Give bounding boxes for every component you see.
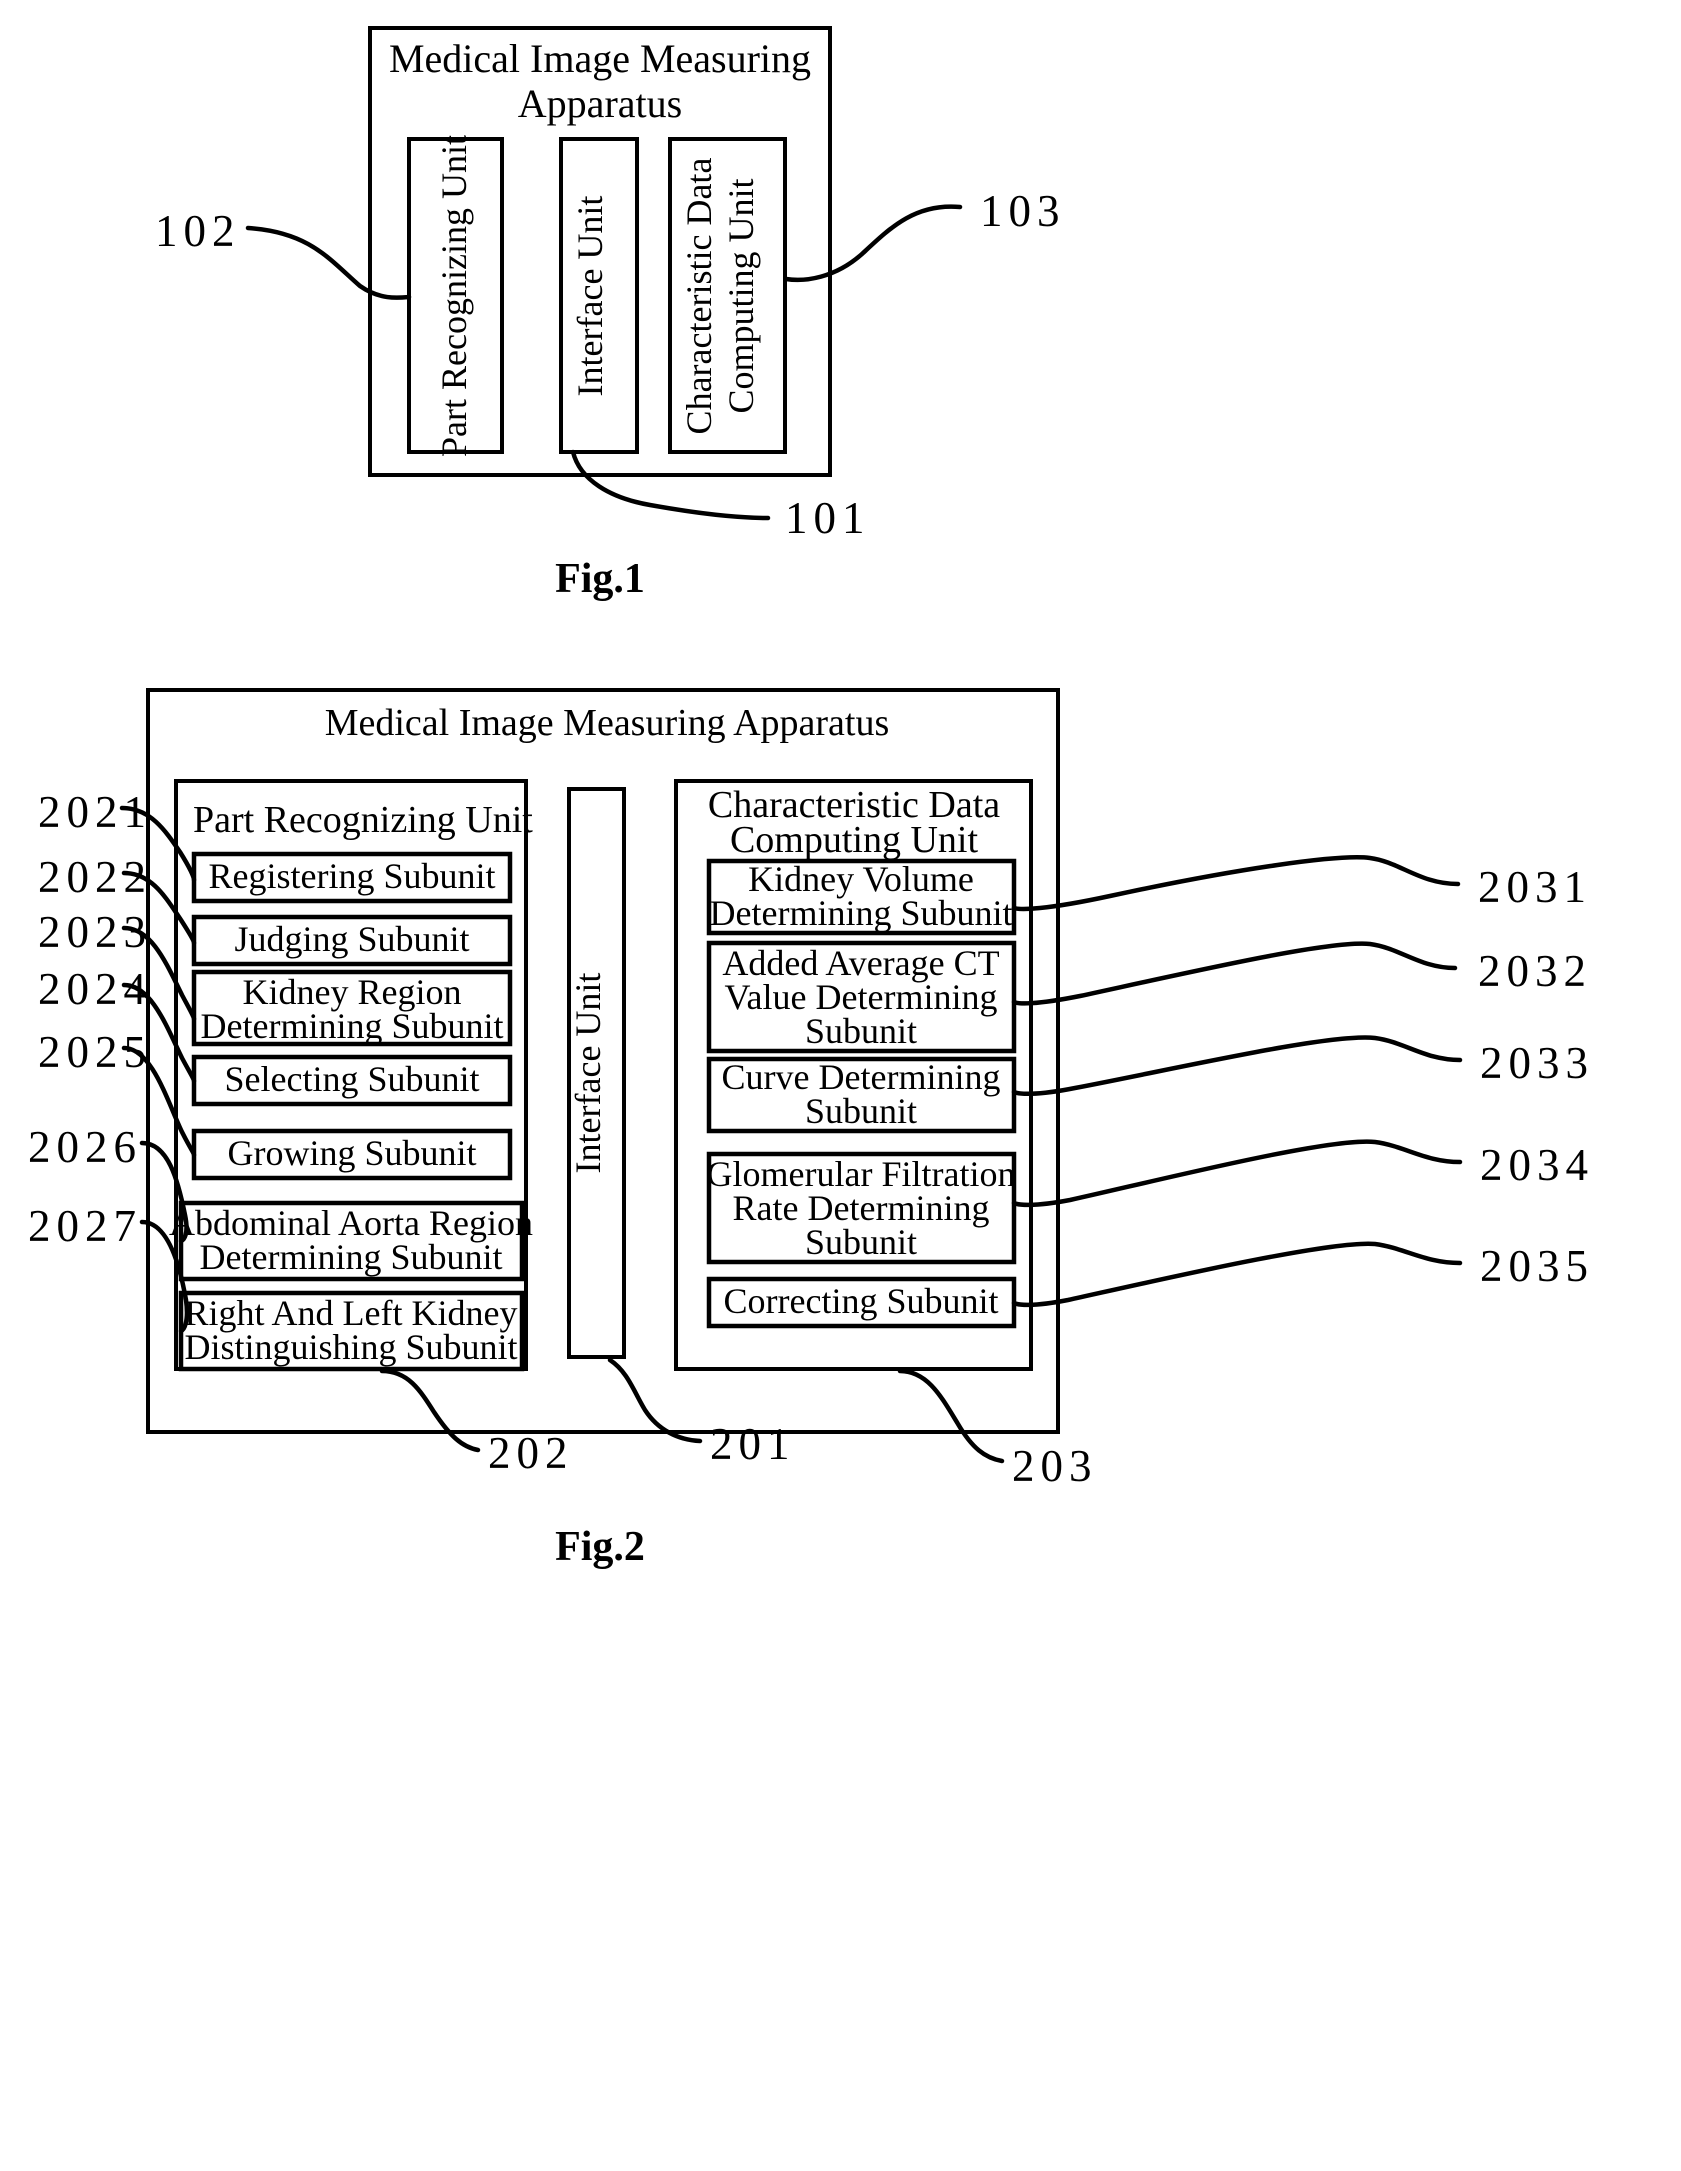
patent-drawing-sheet: Medical Image Measuring Apparatus Part R…	[28, 26, 1594, 1570]
fig2-ref-203: 203	[1012, 1441, 1098, 1491]
fig2-leader-2031	[1011, 855, 1461, 912]
fig2-leader-202	[379, 1368, 481, 1453]
fig1-ref-102: 102	[155, 206, 241, 256]
fig2-ref-202: 202	[488, 1428, 574, 1478]
fig1-ref-101: 101	[785, 493, 871, 543]
fig1-ref-103: 103	[980, 186, 1066, 236]
fig2-subunit-growing-label: Growing Subunit	[227, 1133, 476, 1173]
fig2-part-recognizing-unit-title: Part Recognizing Unit	[193, 799, 533, 841]
fig2-ref-2022: 2022	[38, 852, 152, 902]
figure-2: Medical Image Measuring Apparatus Part R…	[28, 688, 1594, 1570]
fig2-ref-2032: 2032	[1478, 946, 1592, 996]
fig2-ref-2026: 2026	[28, 1122, 142, 1172]
fig2-subunit-added-average-ct-label-line3: Subunit	[805, 1011, 917, 1051]
fig2-subunit-kidney-volume-label-line2: Determining Subunit	[710, 893, 1013, 933]
fig2-leader-201	[607, 1357, 703, 1444]
fig2-interface-unit-label: Interface Unit	[568, 973, 608, 1174]
fig2-subunit-judging-label: Judging Subunit	[234, 919, 469, 959]
figure-1: Medical Image Measuring Apparatus Part R…	[155, 26, 1066, 602]
fig2-subunit-abdominal-aorta-label-line2: Determining Subunit	[200, 1237, 503, 1277]
fig2-leader-2034	[1011, 1139, 1463, 1208]
fig2-leader-203	[897, 1368, 1005, 1464]
fig2-ref-2035: 2035	[1480, 1241, 1594, 1291]
fig2-subunit-registering-label: Registering Subunit	[209, 856, 496, 896]
fig1-leader-103	[783, 204, 963, 283]
fig1-interface-unit-label: Interface Unit	[570, 196, 610, 397]
fig1-caption: Fig.1	[555, 556, 645, 602]
fig1-apparatus-title-line2: Apparatus	[518, 81, 682, 126]
fig2-leader-2035	[1011, 1241, 1463, 1308]
fig2-caption: Fig.2	[555, 1524, 645, 1570]
fig2-ref-2034: 2034	[1480, 1140, 1594, 1190]
fig1-part-recognizing-unit-label: Part Recognizing Unit	[434, 135, 474, 457]
fig1-characteristic-data-unit-label-line2: Computing Unit	[721, 178, 761, 413]
fig2-ref-2025: 2025	[38, 1027, 152, 1077]
fig2-apparatus-title: Medical Image Measuring Apparatus	[325, 702, 890, 744]
fig2-subunit-kidney-region-label-line2: Determining Subunit	[201, 1006, 504, 1046]
fig2-subunit-selecting-label: Selecting Subunit	[225, 1059, 480, 1099]
fig2-subunit-right-left-kidney-label-line2: Distinguishing Subunit	[184, 1327, 517, 1367]
fig2-ref-2027: 2027	[28, 1201, 142, 1251]
fig2-ref-2031: 2031	[1478, 862, 1592, 912]
fig2-ref-201: 201	[710, 1419, 796, 1469]
fig2-ref-2023: 2023	[38, 907, 152, 957]
fig1-apparatus-title-line1: Medical Image Measuring	[389, 36, 811, 81]
fig2-subunit-glomerular-filtration-label-line3: Subunit	[805, 1222, 917, 1262]
fig2-ref-2024: 2024	[38, 964, 152, 1014]
fig1-characteristic-data-unit-label-line1: Characteristic Data	[679, 158, 719, 435]
fig2-ref-2021: 2021	[38, 787, 152, 837]
fig2-subunit-correcting-label: Correcting Subunit	[724, 1281, 999, 1321]
fig2-subunit-curve-label-line2: Subunit	[805, 1091, 917, 1131]
fig2-leader-2032	[1011, 941, 1458, 1006]
fig1-leader-102	[245, 225, 412, 300]
fig1-leader-101	[570, 449, 771, 521]
fig2-leader-2033	[1011, 1035, 1463, 1096]
fig2-ref-2033: 2033	[1480, 1038, 1594, 1088]
fig2-characteristic-data-unit-title-line2: Computing Unit	[730, 819, 979, 861]
